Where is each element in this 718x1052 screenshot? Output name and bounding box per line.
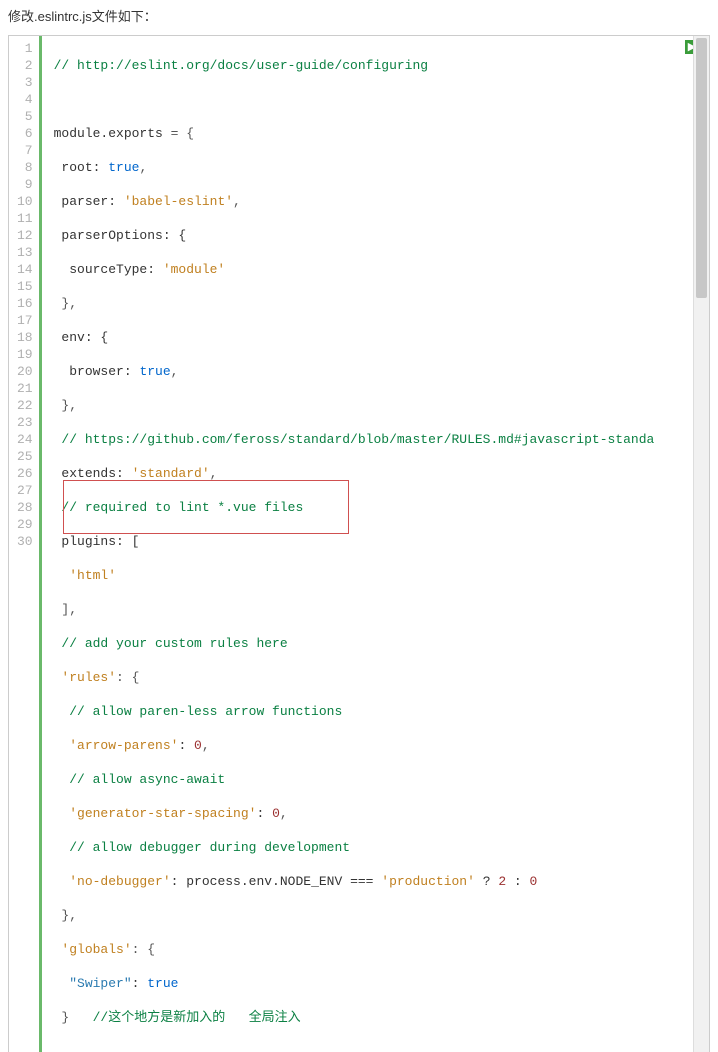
line-number: 2 [17,57,33,74]
line-number: 30 [17,533,33,550]
code-keyword: true [108,160,139,175]
line-number: 1 [17,40,33,57]
line-number: 21 [17,380,33,397]
code-string: 'arrow-parens' [69,738,178,753]
code-comment: // https://github.com/feross/standard/bl… [54,432,655,447]
line-number: 7 [17,142,33,159]
code-keyword: true [139,364,170,379]
line-number: 16 [17,295,33,312]
code-text: plugins: [ [54,534,140,549]
code-string: "Swiper" [69,976,131,991]
code-string: 'production' [381,874,475,889]
line-number: 26 [17,465,33,482]
code-text: , [202,738,210,753]
code-text: : [506,874,529,889]
code-text: , [171,364,179,379]
code-text: : [132,976,148,991]
code-text: = { [163,126,194,141]
line-number: 9 [17,176,33,193]
code-text: : process.env.NODE_ENV === [171,874,382,889]
line-number: 20 [17,363,33,380]
line-number: 5 [17,108,33,125]
line-number: 22 [17,397,33,414]
code-string: 'module' [163,262,225,277]
line-number: 14 [17,261,33,278]
code-number: 0 [194,738,202,753]
code-text: extends: [54,466,132,481]
code-text: sourceType: [54,262,163,277]
code-comment: //这个地方是新加入的 全局注入 [93,1010,301,1025]
line-number: 27 [17,482,33,499]
line-number: 25 [17,448,33,465]
line-number: 18 [17,329,33,346]
code-number: 0 [272,806,280,821]
code-text: ? [475,874,498,889]
line-number: 4 [17,91,33,108]
line-number: 24 [17,431,33,448]
code-text: env: { [54,330,109,345]
code-text [54,806,70,821]
line-number-gutter: 1234567891011121314151617181920212223242… [9,36,42,1052]
code-text: : { [116,670,139,685]
code-content[interactable]: // http://eslint.org/docs/user-guide/con… [42,36,709,1052]
code-text: parser: [54,194,124,209]
code-string: 'rules' [61,670,116,685]
line-number: 29 [17,516,33,533]
line-number: 19 [17,346,33,363]
line-number: 23 [17,414,33,431]
code-keyword: true [147,976,178,991]
code-string: 'generator-star-spacing' [69,806,256,821]
vertical-scrollbar[interactable] [693,36,709,1052]
code-text: : [256,806,272,821]
code-text: , [139,160,147,175]
code-text: ], [54,602,77,617]
code-text: , [280,806,288,821]
code-text: root: [54,160,109,175]
code-string: 'babel-eslint' [124,194,233,209]
code-text: }, [54,398,77,413]
code-string: 'standard' [132,466,210,481]
code-comment: // allow debugger during development [54,840,350,855]
code-comment: // required to lint *.vue files [54,500,304,515]
code-text: }, [54,296,77,311]
code-editor: 1234567891011121314151617181920212223242… [9,36,709,1052]
line-number: 3 [17,74,33,91]
code-string: 'html' [69,568,116,583]
code-text: , [210,466,218,481]
line-number: 10 [17,193,33,210]
line-number: 6 [17,125,33,142]
code-string: 'globals' [61,942,131,957]
code-comment: // allow async-await [54,772,226,787]
heading-text: 修改.eslintrc.js文件如下： [0,0,718,35]
code-text: : [178,738,194,753]
code-text [54,738,70,753]
code-number: 0 [530,874,538,889]
line-number: 13 [17,244,33,261]
code-text: browser: [54,364,140,379]
code-text: module.exports [54,126,163,141]
code-comment: // allow paren-less arrow functions [54,704,343,719]
code-text: }, [54,908,77,923]
code-text [54,976,70,991]
code-comment: // add your custom rules here [54,636,288,651]
code-number: 2 [498,874,506,889]
code-text: , [233,194,241,209]
code-text [54,568,70,583]
code-text: } [54,1010,93,1025]
code-text [54,942,62,957]
code-string: 'no-debugger' [69,874,170,889]
code-comment: // http://eslint.org/docs/user-guide/con… [54,58,428,73]
line-number: 11 [17,210,33,227]
code-text: parserOptions: { [54,228,187,243]
code-text [54,874,70,889]
line-number: 15 [17,278,33,295]
scrollbar-thumb[interactable] [696,38,707,298]
code-container: ▶ 12345678910111213141516171819202122232… [8,35,710,1052]
line-number: 12 [17,227,33,244]
line-number: 8 [17,159,33,176]
code-text [54,670,62,685]
line-number: 28 [17,499,33,516]
code-text: : { [132,942,155,957]
line-number: 17 [17,312,33,329]
